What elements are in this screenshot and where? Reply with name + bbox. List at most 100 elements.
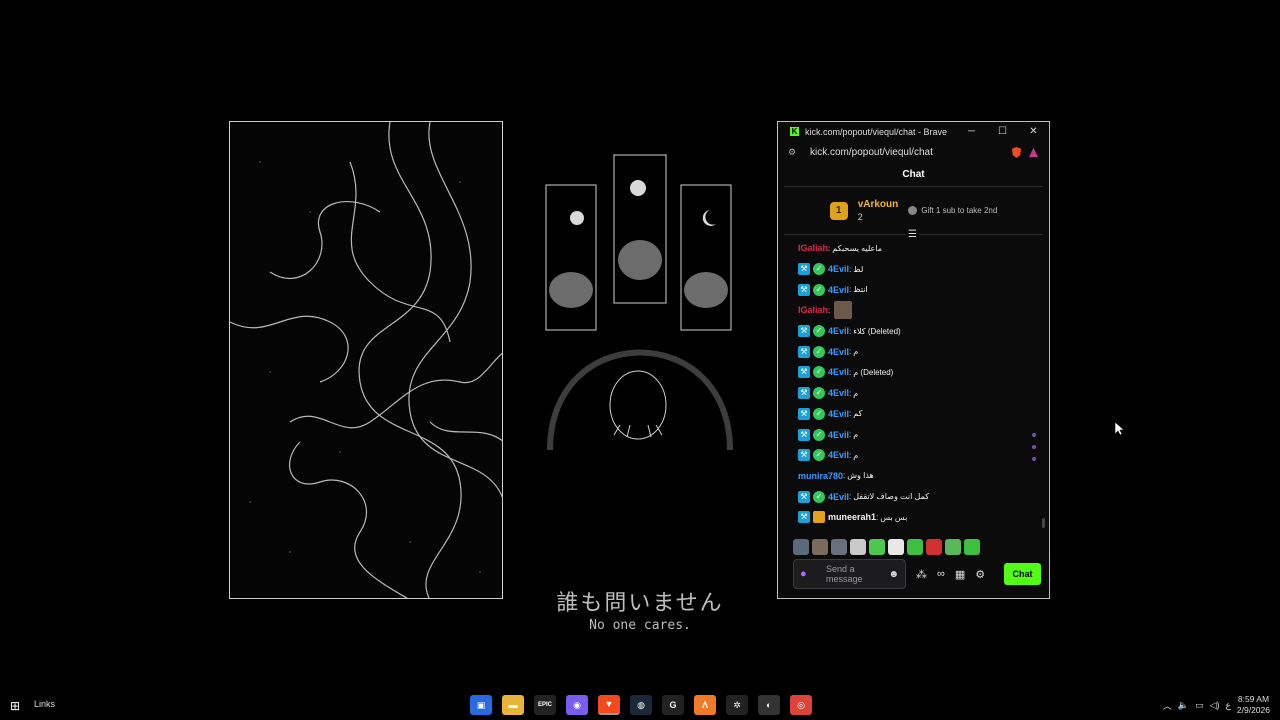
window-title: kick.com/popout/viequl/chat - Brave	[805, 126, 948, 137]
quick-emote-bar[interactable]	[793, 538, 980, 556]
settings-gear-icon[interactable]: ⚙	[975, 568, 985, 581]
gifter-count: 2	[857, 211, 863, 222]
chat-message[interactable]: ⚒ ✓ 4Evil: م	[778, 341, 1043, 362]
quick-emote[interactable]	[869, 539, 885, 555]
site-settings-icon[interactable]: ⚙	[788, 147, 800, 158]
chat-separator: :	[876, 512, 879, 522]
steam-icon[interactable]: ◍	[630, 695, 652, 715]
brave-shields-icon[interactable]	[1011, 146, 1022, 158]
chat-username[interactable]: 4Evil	[828, 492, 849, 502]
moon-banners-art	[545, 154, 733, 451]
chat-username[interactable]: 4Evil	[828, 388, 849, 398]
chat-username[interactable]: 4Evil	[828, 264, 849, 274]
chat-message[interactable]: ⚒ ✓ 4Evil: م (Deleted)	[778, 362, 1043, 383]
network-icon[interactable]: ▭	[1195, 700, 1204, 711]
chat-username[interactable]: 4Evil	[828, 367, 849, 377]
send-chat-button[interactable]: Chat	[1004, 563, 1041, 585]
quick-emote[interactable]	[907, 539, 923, 555]
store-icon[interactable]: ▦	[955, 568, 965, 581]
gift-sub-cta[interactable]: Gift 1 sub to take 2nd	[908, 206, 997, 215]
moderator-badge-icon: ⚒	[798, 449, 810, 462]
chat-message-text: م	[853, 347, 859, 357]
kick-logo-icon: K	[790, 127, 799, 136]
chat-message[interactable]: IGaliah:	[778, 300, 1043, 321]
chat-composer: ● Send a message ☻ ⁂ ∞ ▦ ⚙ Chat	[793, 559, 1041, 589]
messenger-icon[interactable]: ◉	[566, 695, 588, 715]
top-gifter-banner: 1 vArkoun 2 Gift 1 sub to take 2nd ☰	[784, 187, 1043, 240]
verified-badge-icon: ✓	[813, 490, 825, 503]
chat-message[interactable]: ⚒ ✓ 4Evil: كلاء (Deleted)	[778, 321, 1043, 342]
windows-start-icon[interactable]: ⊞	[10, 699, 20, 713]
chat-separator: :	[828, 305, 831, 315]
chat-scrollbar[interactable]	[1042, 518, 1045, 528]
brave-icon[interactable]: ▼	[598, 695, 620, 715]
file-explorer-icon[interactable]: ▬	[502, 695, 524, 715]
chat-messages[interactable]: IGaliah: ماعليه يسحبكم ⚒ ✓ 4Evil: لط ⚒ ✓ 4Evil: ا…	[778, 238, 1043, 528]
quick-emote[interactable]	[964, 539, 980, 555]
app-a-icon[interactable]: Λ	[694, 695, 716, 715]
store-icon[interactable]: ▣	[470, 695, 492, 715]
chat-separator: :	[849, 285, 852, 295]
window-titlebar[interactable]: K kick.com/popout/viequl/chat - Brave ─ …	[778, 122, 1049, 141]
chat-username[interactable]: 4Evil	[828, 409, 849, 419]
g-hub-icon[interactable]: G	[662, 695, 684, 715]
brave-rewards-icon[interactable]	[1028, 147, 1039, 158]
clock-date: 2/9/2026	[1236, 705, 1270, 715]
chat-message[interactable]: munira780: هذا وش	[778, 466, 1043, 487]
url-text[interactable]: kick.com/popout/viequl/chat	[810, 147, 1005, 158]
chat-message[interactable]: ⚒ muneerah1: بس بس	[778, 507, 1043, 528]
chat-separator: :	[849, 388, 852, 398]
chat-username[interactable]: 4Evil	[828, 430, 849, 440]
volume-icon[interactable]: 🔈	[1178, 700, 1189, 711]
chat-username[interactable]: IGaliah	[798, 305, 828, 315]
links-toolbar[interactable]: Links	[34, 699, 55, 709]
tray-overflow-icon[interactable]: ︿	[1163, 699, 1172, 712]
chat-username[interactable]: 4Evil	[828, 347, 849, 357]
obs-icon[interactable]: ◐	[758, 695, 780, 715]
chat-message[interactable]: ⚒ ✓ 4Evil: انتظ	[778, 279, 1043, 300]
chat-username[interactable]: muneerah1	[828, 512, 876, 522]
chat-username[interactable]: munira780	[798, 471, 843, 481]
chat-message[interactable]: ⚒ ✓ 4Evil: م	[778, 424, 1043, 445]
quick-emote[interactable]	[888, 539, 904, 555]
address-bar[interactable]: ⚙ kick.com/popout/viequl/chat	[778, 141, 1049, 163]
kicks-icon[interactable]: ⁂	[916, 568, 927, 581]
steelseries-icon[interactable]: ✲	[726, 695, 748, 715]
gifter-name[interactable]: vArkoun	[858, 199, 899, 211]
chat-message-text: هذا وش	[847, 471, 874, 481]
quick-emote[interactable]	[850, 539, 866, 555]
chat-input[interactable]: ● Send a message ☻	[793, 559, 906, 589]
quick-emote[interactable]	[812, 539, 828, 555]
chat-username[interactable]: 4Evil	[828, 285, 849, 295]
chat-message[interactable]: IGaliah: ماعليه يسحبكم	[778, 238, 1043, 259]
chat-separator: :	[849, 264, 852, 274]
close-button[interactable]: ✕	[1018, 126, 1049, 137]
chat-username[interactable]: 4Evil	[828, 450, 849, 460]
quick-emote[interactable]	[945, 539, 961, 555]
chat-username[interactable]: 4Evil	[828, 326, 849, 336]
desktop: 誰も問いません No one cares. K kick.com/popout/…	[0, 0, 1280, 690]
clock[interactable]: 8:59 AM 2/9/2026	[1237, 694, 1270, 716]
epic-games-icon[interactable]: EPIC	[534, 695, 556, 715]
chat-message[interactable]: ⚒ ✓ 4Evil: لط	[778, 259, 1043, 280]
moderator-badge-icon: ⚒	[798, 263, 810, 276]
chat-message[interactable]: ⚒ ✓ 4Evil: كم	[778, 404, 1043, 425]
speaker-icon[interactable]: ◁)	[1210, 700, 1220, 711]
emoji-picker-icon[interactable]: ☻	[888, 569, 899, 580]
quick-emote[interactable]	[926, 539, 942, 555]
infinity-icon[interactable]: ∞	[937, 568, 945, 580]
japanese-caption: 誰も問いません	[556, 591, 724, 616]
moderator-badge-icon: ⚒	[798, 366, 810, 379]
brave-popout-window[interactable]: K kick.com/popout/viequl/chat - Brave ─ …	[777, 121, 1050, 599]
maximize-button[interactable]: ☐	[987, 126, 1018, 137]
quick-emote[interactable]	[793, 539, 809, 555]
chat-message[interactable]: ⚒ ✓ 4Evil: م	[778, 445, 1043, 466]
chat-username[interactable]: IGaliah	[798, 243, 828, 253]
input-language[interactable]: ع	[1226, 700, 1231, 711]
quick-emote[interactable]	[831, 539, 847, 555]
microphone-icon[interactable]: ●	[800, 568, 816, 580]
chrome-icon[interactable]: ◎	[790, 695, 812, 715]
minimize-button[interactable]: ─	[956, 126, 987, 137]
chat-message[interactable]: ⚒ ✓ 4Evil: م	[778, 383, 1043, 404]
chat-message[interactable]: ⚒ ✓ 4Evil: كمل انت وصاف لاتقفل	[778, 486, 1043, 507]
